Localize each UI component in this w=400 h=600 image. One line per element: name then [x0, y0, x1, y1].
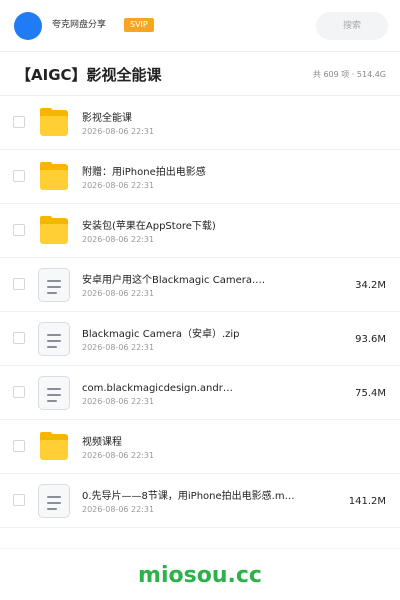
list-item[interactable]: 安卓用户用这个Blackmagic Camera.… 2026-08-06 22… [0, 258, 400, 312]
folder-icon [38, 108, 70, 138]
item-size: 93.6M [355, 334, 386, 345]
select-checkbox[interactable] [13, 494, 25, 506]
item-name: 0.先导片——8节课，用iPhone拍出电影感.m… [82, 491, 295, 502]
search-input[interactable] [316, 12, 388, 40]
select-checkbox[interactable] [13, 116, 25, 128]
item-size: 34.2M [355, 280, 386, 291]
list-item[interactable]: 影视全能课 2026-08-06 22:31 [0, 96, 400, 150]
select-checkbox[interactable] [13, 224, 25, 236]
select-checkbox[interactable] [13, 170, 25, 182]
select-checkbox[interactable] [13, 278, 25, 290]
item-size: 75.4M [355, 388, 386, 399]
document-icon [38, 322, 70, 356]
share-page: 夸克网盘分享 SVIP 【AIGC】影视全能课 共 609 项 · 514.4G… [0, 0, 400, 600]
document-icon [38, 484, 70, 518]
item-date: 2026-08-06 22:31 [82, 343, 155, 352]
footer: miosou.cc [0, 548, 400, 600]
item-name: 安卓用户用这个Blackmagic Camera.… [82, 275, 266, 286]
item-date: 2026-08-06 22:31 [82, 181, 155, 190]
document-icon [38, 268, 70, 302]
item-date: 2026-08-06 22:31 [82, 289, 155, 298]
item-size: 141.2M [348, 496, 386, 507]
select-checkbox[interactable] [13, 386, 25, 398]
site-watermark: miosou.cc [138, 563, 262, 588]
item-name: com.blackmagicdesign.andr… [82, 383, 233, 394]
document-icon [38, 376, 70, 410]
item-name: Blackmagic Camera（安卓）.zip [82, 329, 240, 340]
item-name: 影视全能课 [82, 113, 132, 124]
item-date: 2026-08-06 22:31 [82, 451, 155, 460]
svip-badge: SVIP [124, 18, 154, 32]
folder-icon [38, 432, 70, 462]
select-checkbox[interactable] [13, 332, 25, 344]
avatar[interactable] [14, 12, 42, 40]
list-item[interactable]: com.blackmagicdesign.andr… 2026-08-06 22… [0, 366, 400, 420]
folder-icon [38, 162, 70, 192]
select-checkbox[interactable] [13, 440, 25, 452]
brand-name: 夸克网盘分享 [52, 20, 107, 30]
page-title: 【AIGC】影视全能课 [16, 66, 162, 84]
header: 夸克网盘分享 SVIP [0, 0, 400, 52]
item-date: 2026-08-06 22:31 [82, 397, 155, 406]
item-date: 2026-08-06 22:31 [82, 127, 155, 136]
folder-icon [38, 216, 70, 246]
list-item[interactable]: Blackmagic Camera（安卓）.zip 2026-08-06 22:… [0, 312, 400, 366]
item-name: 附赠：用iPhone拍出电影感 [82, 167, 206, 178]
item-name: 视频课程 [82, 437, 122, 448]
list-item[interactable]: 安装包(苹果在AppStore下载) 2026-08-06 22:31 [0, 204, 400, 258]
list-item[interactable]: 0.先导片——8节课，用iPhone拍出电影感.m… 2026-08-06 22… [0, 474, 400, 528]
item-name: 安装包(苹果在AppStore下载) [82, 221, 216, 232]
item-date: 2026-08-06 22:31 [82, 235, 155, 244]
list-item[interactable]: 视频课程 2026-08-06 22:31 [0, 420, 400, 474]
file-list: 影视全能课 2026-08-06 22:31 附赠：用iPhone拍出电影感 2… [0, 96, 400, 528]
item-date: 2026-08-06 22:31 [82, 505, 155, 514]
item-summary: 共 609 项 · 514.4G [312, 70, 386, 79]
title-bar: 【AIGC】影视全能课 共 609 项 · 514.4G [0, 52, 400, 96]
list-item[interactable]: 附赠：用iPhone拍出电影感 2026-08-06 22:31 [0, 150, 400, 204]
